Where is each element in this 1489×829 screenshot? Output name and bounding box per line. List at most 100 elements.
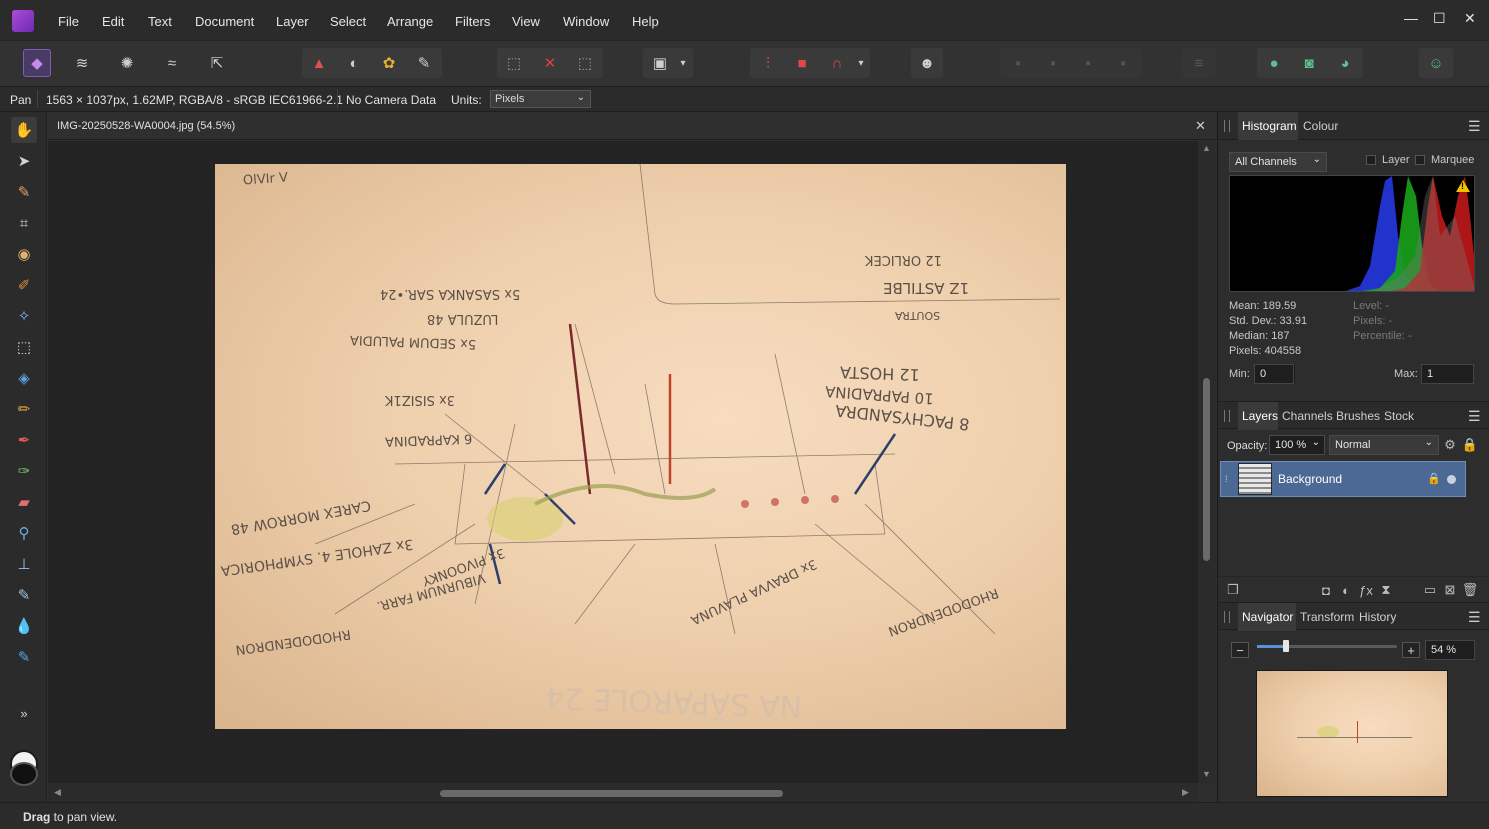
- develop-persona-icon[interactable]: ✺: [113, 49, 141, 77]
- blur-tool-icon[interactable]: 💧: [11, 613, 37, 639]
- tab-histogram[interactable]: Histogram: [1242, 119, 1297, 133]
- smudge-tool-icon[interactable]: ✎: [11, 644, 37, 670]
- horizontal-scrollbar[interactable]: ◀ ▶: [48, 783, 1198, 803]
- move-back-icon[interactable]: ▪: [1004, 49, 1032, 77]
- align-icon[interactable]: ⫶: [754, 49, 782, 77]
- layer-fx-options-icon[interactable]: ❐: [1224, 581, 1242, 599]
- close-button[interactable]: ✕: [1464, 10, 1476, 27]
- flood-select-icon[interactable]: ✧: [11, 303, 37, 329]
- scroll-right-icon[interactable]: ▶: [1182, 787, 1189, 798]
- layer-settings-gear-icon[interactable]: ⚙: [1442, 437, 1458, 453]
- vertical-scroll-thumb[interactable]: [1203, 378, 1210, 561]
- duplicate-layer-icon[interactable]: ⊠: [1441, 581, 1459, 599]
- user-account-icon[interactable]: ☺: [1422, 49, 1450, 77]
- white-balance-icon[interactable]: ✎: [410, 49, 438, 77]
- tab-channels[interactable]: Channels: [1282, 409, 1333, 423]
- levels-icon[interactable]: ▲: [305, 49, 333, 77]
- quick-mask-icon[interactable]: ▣: [646, 49, 674, 77]
- clone-stamp-icon[interactable]: ⊥: [11, 551, 37, 577]
- chevron-down-icon[interactable]: ▾: [852, 49, 870, 77]
- tab-transform[interactable]: Transform: [1300, 610, 1354, 624]
- layer-row-background[interactable]: ⁞ Background 🔒: [1220, 461, 1466, 497]
- marquee-checkbox[interactable]: [1415, 155, 1425, 165]
- erase-brush-icon[interactable]: ▰: [11, 489, 37, 515]
- add-group-icon[interactable]: ▭: [1421, 581, 1439, 599]
- horizontal-scroll-thumb[interactable]: [440, 790, 783, 797]
- deselect-icon[interactable]: ✕: [536, 49, 564, 77]
- mirror-icon[interactable]: ■: [788, 49, 816, 77]
- photo-persona-icon[interactable]: ◆: [23, 49, 51, 77]
- marquee-tool-icon[interactable]: ⬚: [11, 334, 37, 360]
- zoom-in-button[interactable]: +: [1402, 642, 1420, 658]
- layer-visibility-icon[interactable]: [1447, 475, 1456, 484]
- document-tab[interactable]: IMG-20250528-WA0004.jpg (54.5%) ✕: [48, 112, 1216, 140]
- menu-layer[interactable]: Layer: [276, 14, 309, 29]
- menu-edit[interactable]: Edit: [102, 14, 124, 29]
- add-mask-icon[interactable]: ◘: [1317, 581, 1335, 599]
- hand-tool-icon[interactable]: ✋: [11, 117, 37, 143]
- tone-mapping-persona-icon[interactable]: ≈: [158, 49, 186, 77]
- menu-text[interactable]: Text: [148, 14, 172, 29]
- color-replacement-icon[interactable]: ✑: [11, 458, 37, 484]
- max-input[interactable]: 1: [1421, 364, 1474, 384]
- move-forward-icon[interactable]: ▪: [1074, 49, 1102, 77]
- scroll-down-icon[interactable]: ▼: [1202, 769, 1211, 779]
- zoom-input[interactable]: 54 %: [1425, 640, 1475, 660]
- menu-document[interactable]: Document: [195, 14, 254, 29]
- tab-brushes[interactable]: Brushes: [1336, 409, 1380, 423]
- flood-fill-icon[interactable]: ◈: [11, 365, 37, 391]
- move-front-icon[interactable]: ▪: [1109, 49, 1137, 77]
- layer-lock-icon[interactable]: 🔒: [1427, 472, 1441, 485]
- opacity-dropdown[interactable]: 100 % ⌄: [1269, 435, 1325, 455]
- color-picker-icon[interactable]: ✎: [11, 179, 37, 205]
- distribute-icon[interactable]: ≡: [1185, 49, 1213, 77]
- panel-grip-icon[interactable]: [1224, 611, 1230, 623]
- menu-file[interactable]: File: [58, 14, 79, 29]
- vertical-scrollbar[interactable]: ▲ ▼: [1198, 141, 1216, 783]
- move-tool-icon[interactable]: ➤: [11, 148, 37, 174]
- layer-checkbox[interactable]: [1366, 155, 1376, 165]
- snapping-magnet-icon[interactable]: ∩: [823, 49, 851, 77]
- export-persona-icon[interactable]: ⇱: [203, 49, 231, 77]
- panel-grip-icon[interactable]: [1224, 410, 1230, 422]
- move-backward-icon[interactable]: ▪: [1039, 49, 1067, 77]
- tab-navigator[interactable]: Navigator: [1242, 610, 1293, 624]
- blend-mode-dropdown[interactable]: Normal ⌄: [1329, 435, 1439, 455]
- panel-menu-icon[interactable]: ☰: [1468, 609, 1481, 626]
- zoom-out-button[interactable]: −: [1231, 642, 1249, 658]
- zoom-slider-track[interactable]: [1257, 640, 1397, 652]
- invert-selection-icon[interactable]: ⬚: [571, 49, 599, 77]
- navigator-preview[interactable]: [1256, 670, 1448, 797]
- add-live-filter-icon[interactable]: ƒx: [1357, 581, 1375, 599]
- liquify-persona-icon[interactable]: ≋: [68, 49, 96, 77]
- min-input[interactable]: 0: [1254, 364, 1294, 384]
- expand-tools-icon[interactable]: »: [11, 700, 37, 726]
- zoom-slider-thumb[interactable]: [1283, 640, 1289, 652]
- tab-colour[interactable]: Colour: [1303, 119, 1338, 133]
- color-wheel-icon[interactable]: ✿: [375, 49, 403, 77]
- crop-tool-icon[interactable]: ⌗: [11, 210, 37, 236]
- menu-select[interactable]: Select: [330, 14, 366, 29]
- panel-menu-icon[interactable]: ☰: [1468, 408, 1481, 425]
- chevron-down-icon[interactable]: ▾: [674, 49, 692, 77]
- channel-dropdown[interactable]: All Channels ⌄: [1229, 152, 1327, 172]
- minimize-button[interactable]: —: [1404, 10, 1418, 26]
- panel-grip-icon[interactable]: [1224, 120, 1230, 132]
- panel-menu-icon[interactable]: ☰: [1468, 118, 1481, 135]
- paint-brush-icon[interactable]: ✏: [11, 396, 37, 422]
- add-pixel-layer-icon[interactable]: ⧗: [1377, 581, 1395, 599]
- menu-help[interactable]: Help: [632, 14, 659, 29]
- add-adjustment-icon[interactable]: ◐: [1337, 581, 1355, 599]
- intersect-icon[interactable]: ◕: [1331, 49, 1359, 77]
- maximize-button[interactable]: ☐: [1433, 10, 1446, 27]
- pixel-brush-icon[interactable]: ✒: [11, 427, 37, 453]
- menu-view[interactable]: View: [512, 14, 540, 29]
- auto-contrast-icon[interactable]: ◐: [340, 49, 368, 77]
- secondary-color-swatch[interactable]: [10, 762, 38, 786]
- healing-brush-icon[interactable]: ✎: [11, 582, 37, 608]
- scroll-up-icon[interactable]: ▲: [1202, 143, 1211, 153]
- dodge-tool-icon[interactable]: ⚲: [11, 520, 37, 546]
- selection-brush-icon[interactable]: ✐: [11, 272, 37, 298]
- units-dropdown[interactable]: Pixels ⌄: [490, 90, 591, 108]
- red-eye-tool-icon[interactable]: ◉: [11, 241, 37, 267]
